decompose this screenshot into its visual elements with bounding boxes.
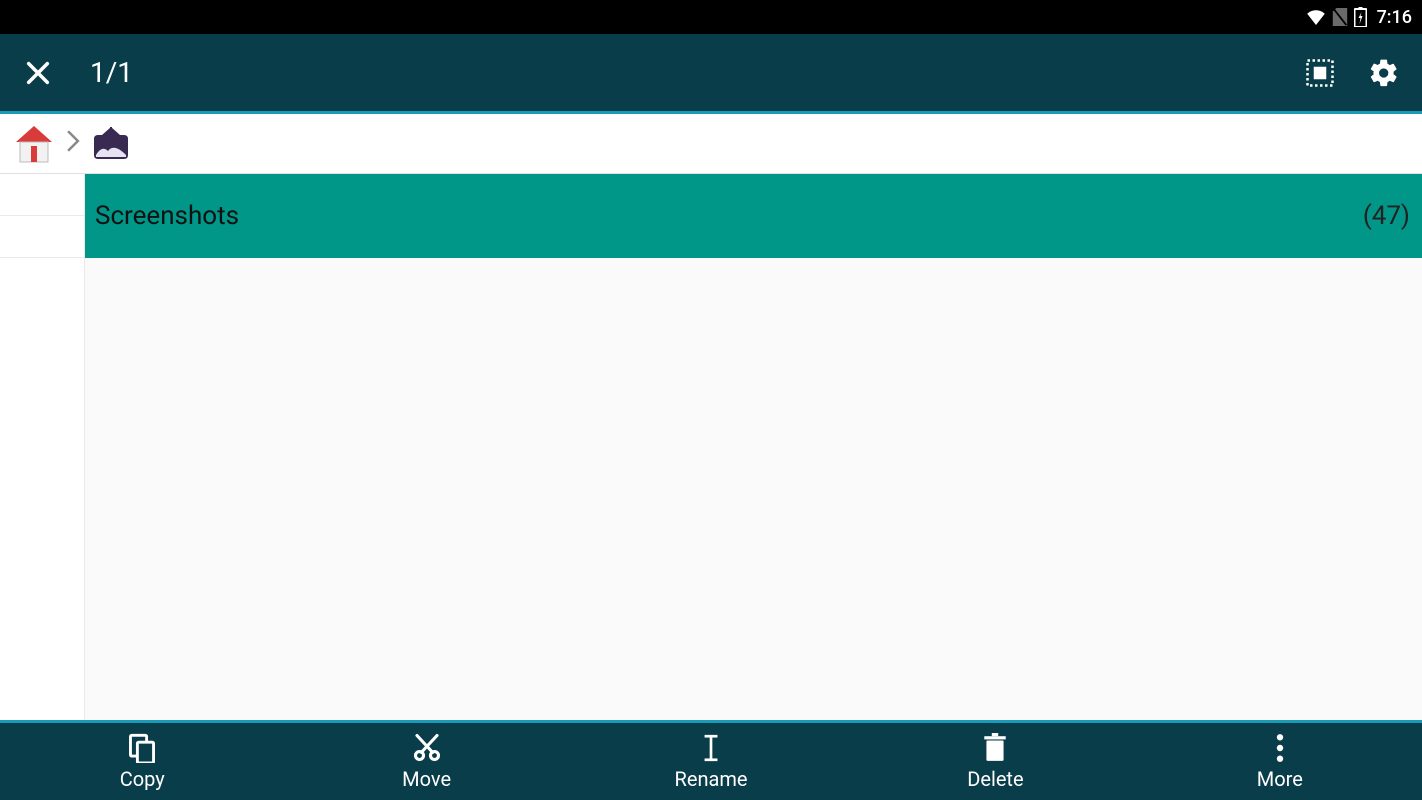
move-button[interactable]: Move bbox=[284, 723, 568, 800]
no-sim-icon bbox=[1332, 8, 1348, 26]
home-icon bbox=[12, 124, 56, 164]
copy-button[interactable]: Copy bbox=[0, 723, 284, 800]
rename-button[interactable]: Rename bbox=[569, 723, 853, 800]
rename-label: Rename bbox=[675, 767, 748, 791]
folder-list: Screenshots (47) bbox=[85, 174, 1422, 720]
breadcrumb-gallery[interactable] bbox=[90, 125, 132, 163]
delete-button[interactable]: Delete bbox=[853, 723, 1137, 800]
folder-row-screenshots[interactable]: Screenshots (47) bbox=[85, 174, 1422, 258]
close-icon bbox=[24, 59, 52, 87]
gallery-icon bbox=[90, 125, 132, 163]
delete-label: Delete bbox=[967, 767, 1023, 791]
text-cursor-icon bbox=[701, 733, 721, 763]
select-all-icon bbox=[1305, 58, 1335, 88]
folder-name: Screenshots bbox=[95, 201, 239, 231]
breadcrumb bbox=[0, 114, 1422, 174]
cut-icon bbox=[412, 733, 442, 763]
side-panel-row bbox=[0, 216, 84, 258]
side-panel-row bbox=[0, 174, 84, 216]
copy-icon bbox=[128, 733, 156, 763]
more-button[interactable]: More bbox=[1138, 723, 1422, 800]
more-label: More bbox=[1257, 767, 1303, 791]
wifi-icon bbox=[1306, 9, 1326, 25]
more-vert-icon bbox=[1275, 733, 1285, 763]
app-bar: 1/1 bbox=[0, 34, 1422, 114]
content-area: Screenshots (47) bbox=[0, 174, 1422, 720]
trash-icon bbox=[982, 733, 1008, 763]
bottom-action-bar: Copy Move Rename bbox=[0, 720, 1422, 800]
battery-charging-icon bbox=[1354, 7, 1367, 27]
breadcrumb-home[interactable] bbox=[12, 124, 56, 164]
settings-button[interactable] bbox=[1364, 53, 1404, 93]
chevron-right-icon bbox=[66, 130, 80, 158]
gear-icon bbox=[1368, 57, 1400, 89]
status-bar: 7:16 bbox=[0, 0, 1422, 34]
side-panel bbox=[0, 174, 85, 720]
status-time: 7:16 bbox=[1377, 7, 1412, 28]
copy-label: Copy bbox=[120, 767, 165, 791]
select-all-button[interactable] bbox=[1300, 53, 1340, 93]
close-button[interactable] bbox=[18, 53, 58, 93]
selection-count: 1/1 bbox=[90, 56, 1300, 89]
move-label: Move bbox=[402, 767, 451, 791]
folder-count: (47) bbox=[1363, 201, 1410, 231]
